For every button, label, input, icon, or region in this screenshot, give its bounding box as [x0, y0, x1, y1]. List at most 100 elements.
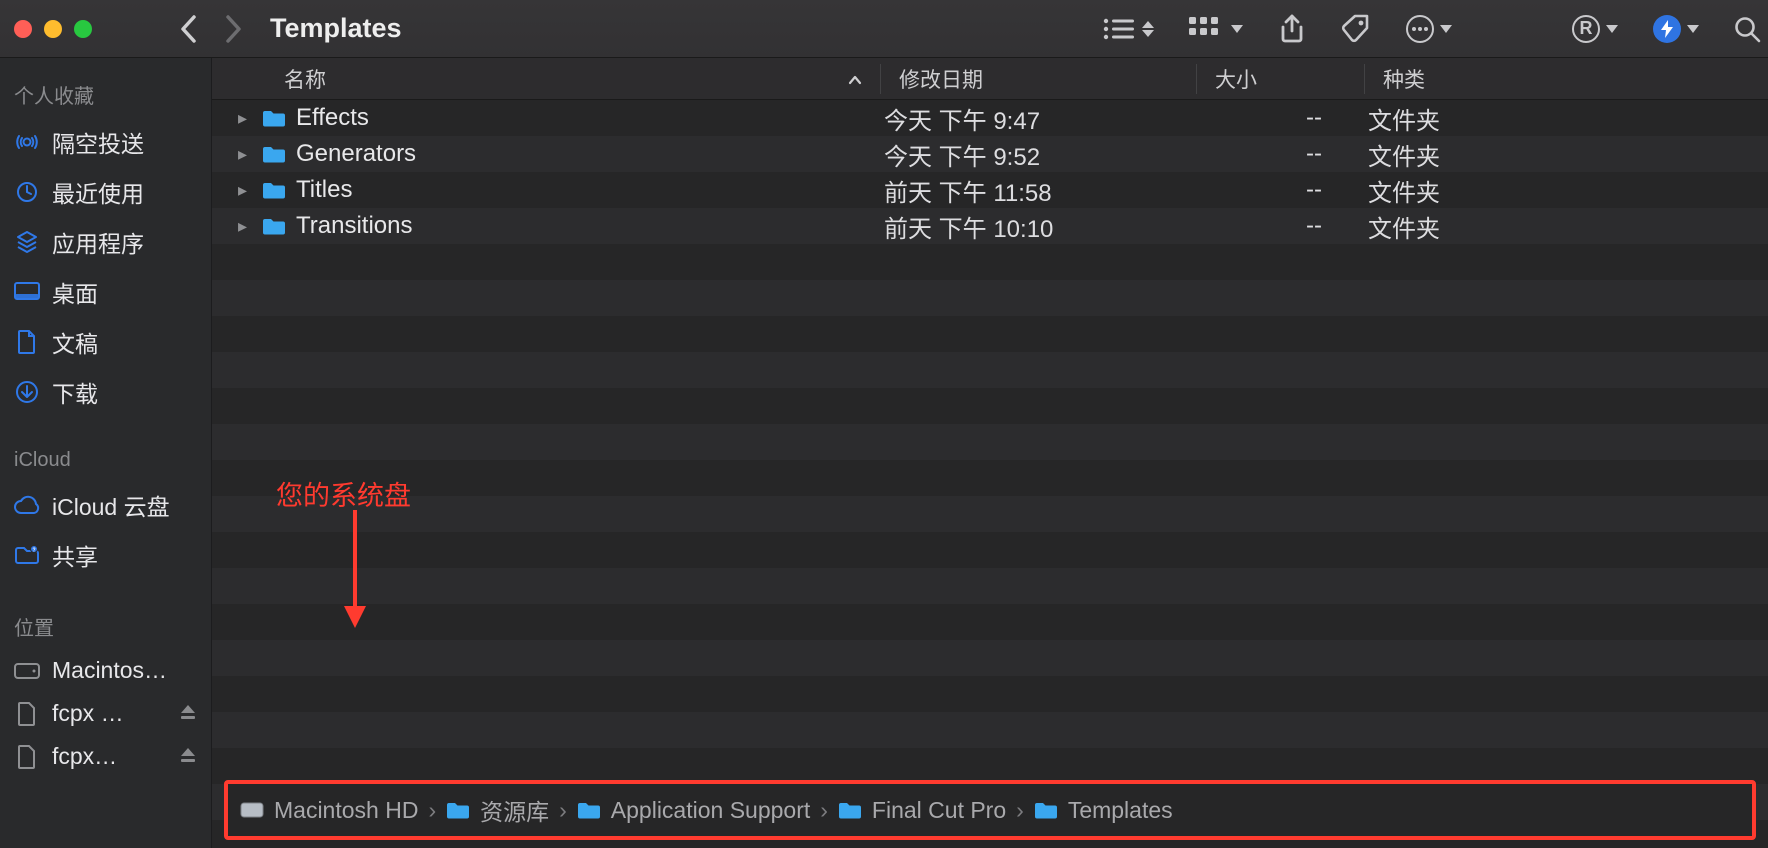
r-circle-icon: R [1572, 15, 1600, 43]
window-controls [14, 20, 92, 38]
file-name: Generators [296, 140, 866, 168]
file-name: Titles [296, 176, 866, 204]
sidebar-item-desktop[interactable]: 桌面 [0, 267, 211, 317]
shared-folder-icon: ? [14, 545, 40, 565]
titlebar: Templates [0, 0, 1768, 58]
sidebar-item-airdrop[interactable]: 隔空投送 [0, 117, 211, 167]
column-header-name[interactable]: 名称 [284, 64, 880, 94]
clock-icon [14, 180, 40, 204]
path-segment[interactable]: Application Support [577, 797, 810, 824]
path-segment-label: Templates [1068, 797, 1173, 824]
path-separator-icon: › [559, 797, 567, 824]
file-rows: ▸Effects今天 下午 9:47--文件夹▸Generators今天 下午 … [212, 100, 1768, 848]
column-header-row: 名称 修改日期 大小 种类 [212, 58, 1768, 100]
eject-icon[interactable] [179, 743, 197, 770]
table-row-empty [212, 712, 1768, 748]
tag-button[interactable] [1341, 14, 1371, 44]
sidebar-item-shared[interactable]: ? 共享 [0, 530, 211, 580]
path-segment[interactable]: 资源库 [446, 793, 549, 827]
airdrop-icon [14, 130, 40, 154]
table-row[interactable]: ▸Effects今天 下午 9:47--文件夹 [212, 100, 1768, 136]
chevron-down-icon [1231, 25, 1243, 33]
annotation-arrow-icon [340, 510, 370, 630]
sidebar-item-label: 最近使用 [52, 175, 144, 209]
path-segment-label: Final Cut Pro [872, 797, 1006, 824]
sidebar-item-label: iCloud 云盘 [52, 488, 170, 522]
file-name: Effects [296, 104, 866, 132]
window-title: Templates [270, 13, 402, 44]
table-row-empty [212, 280, 1768, 316]
file-size: -- [1182, 140, 1350, 168]
share-button[interactable] [1278, 14, 1306, 44]
chevron-left-icon [180, 15, 198, 43]
document-icon [14, 745, 40, 769]
table-row-empty [212, 316, 1768, 352]
view-list-button[interactable] [1102, 17, 1154, 41]
sidebar-section-title: iCloud [0, 445, 211, 480]
chevron-down-icon [1687, 25, 1699, 33]
fullscreen-window-button[interactable] [74, 20, 92, 38]
sidebar-item-applications[interactable]: 应用程序 [0, 217, 211, 267]
sidebar-item-iclouddrive[interactable]: iCloud 云盘 [0, 480, 211, 530]
eject-icon[interactable] [179, 700, 197, 727]
path-segment[interactable]: Macintosh HD [240, 797, 418, 824]
sidebar-item-documents[interactable]: 文稿 [0, 317, 211, 367]
file-kind: 文件夹 [1350, 209, 1768, 244]
minimize-window-button[interactable] [44, 20, 62, 38]
group-by-button[interactable] [1189, 17, 1243, 41]
sidebar-section-title: 位置 [0, 608, 211, 649]
hdd-icon [240, 802, 264, 818]
table-row-empty [212, 424, 1768, 460]
folder-icon [262, 145, 286, 163]
search-button[interactable] [1734, 16, 1760, 42]
sidebar-item-disk-image-1[interactable]: fcpx … [0, 692, 211, 735]
path-segment-label: 资源库 [480, 793, 549, 827]
table-row-empty [212, 532, 1768, 568]
grid-group-icon [1189, 17, 1225, 41]
close-window-button[interactable] [14, 20, 32, 38]
ellipsis-circle-icon [1406, 15, 1434, 43]
file-list-area: 名称 修改日期 大小 种类 ▸Effects今天 下午 9:47--文件夹▸Ge… [212, 58, 1768, 848]
file-date: 前天 下午 11:58 [866, 173, 1182, 208]
disclosure-triangle-icon[interactable]: ▸ [238, 180, 258, 201]
column-header-label: 名称 [284, 64, 326, 94]
table-row[interactable]: ▸Transitions前天 下午 10:10--文件夹 [212, 208, 1768, 244]
file-kind: 文件夹 [1350, 173, 1768, 208]
sidebar-item-macintosh-hd[interactable]: Macintos… [0, 649, 211, 692]
disclosure-triangle-icon[interactable]: ▸ [238, 144, 258, 165]
path-segment-label: Macintosh HD [274, 797, 418, 824]
extension-r-button[interactable]: R [1572, 15, 1618, 43]
folder-icon [262, 109, 286, 127]
file-date: 今天 下午 9:52 [866, 137, 1182, 172]
sidebar-item-label: fcpx … [52, 700, 124, 727]
back-button[interactable] [172, 9, 206, 49]
applications-icon [14, 230, 40, 254]
path-segment-label: Application Support [611, 797, 810, 824]
path-separator-icon: › [1016, 797, 1024, 824]
document-icon [14, 702, 40, 726]
table-row[interactable]: ▸Generators今天 下午 9:52--文件夹 [212, 136, 1768, 172]
column-header-kind[interactable]: 种类 [1364, 64, 1768, 94]
annotation-label: 您的系统盘 [276, 474, 411, 513]
forward-button[interactable] [216, 9, 250, 49]
sidebar-item-label: 下载 [52, 375, 98, 409]
table-row-empty [212, 352, 1768, 388]
path-separator-icon: › [428, 797, 436, 824]
disclosure-triangle-icon[interactable]: ▸ [238, 108, 258, 129]
sidebar-item-recents[interactable]: 最近使用 [0, 167, 211, 217]
extension-bolt-button[interactable] [1653, 15, 1699, 43]
sidebar-item-downloads[interactable]: 下载 [0, 367, 211, 417]
disclosure-triangle-icon[interactable]: ▸ [238, 216, 258, 237]
column-header-date[interactable]: 修改日期 [880, 64, 1196, 94]
more-menu-button[interactable] [1406, 15, 1452, 43]
path-segment[interactable]: Templates [1034, 797, 1173, 824]
table-row[interactable]: ▸Titles前天 下午 11:58--文件夹 [212, 172, 1768, 208]
sidebar-item-label: fcpx… [52, 743, 117, 770]
sidebar: 个人收藏 隔空投送 最近使用 应用程序 桌面 文稿 下载 iCloud [0, 58, 212, 848]
tag-icon [1341, 14, 1371, 44]
column-header-size[interactable]: 大小 [1196, 64, 1364, 94]
path-segment[interactable]: Final Cut Pro [838, 797, 1006, 824]
table-row-empty [212, 676, 1768, 712]
sidebar-item-disk-image-2[interactable]: fcpx… [0, 735, 211, 778]
table-row-empty [212, 460, 1768, 496]
